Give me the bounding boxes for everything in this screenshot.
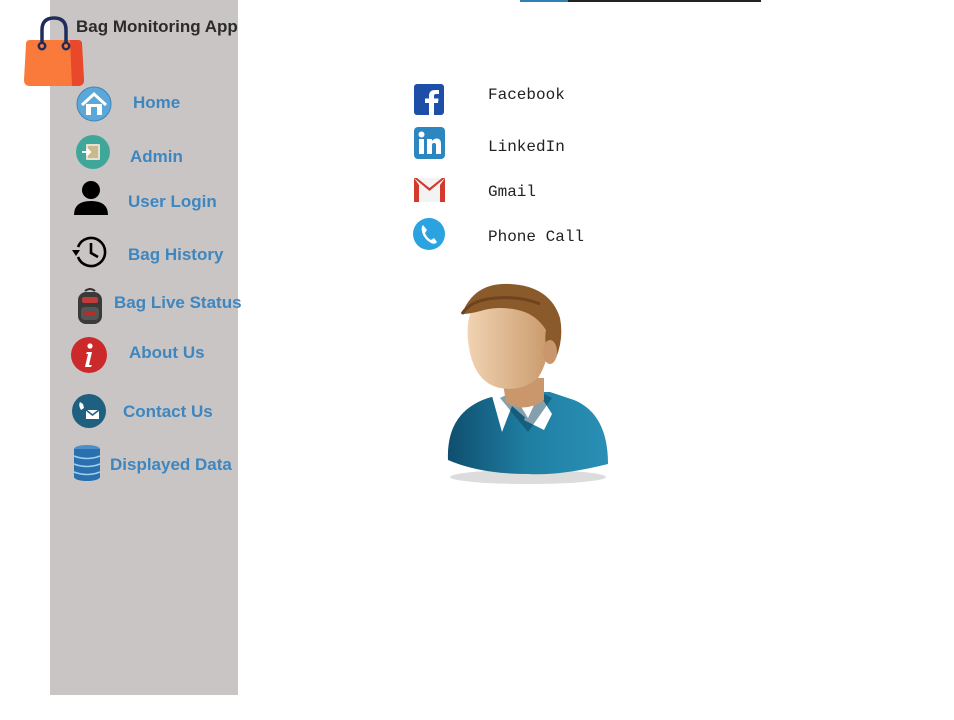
- gmail-icon: [414, 178, 445, 202]
- sidebar-item-contact-us[interactable]: Contact Us: [71, 393, 221, 431]
- sidebar-item-bag-live-status[interactable]: Bag Live Status: [74, 287, 242, 327]
- sidebar-item-label: Bag Live Status: [114, 293, 242, 312]
- sidebar-item-label: User Login: [128, 192, 217, 211]
- home-icon: [76, 86, 112, 122]
- person-avatar: [447, 283, 608, 484]
- sidebar-item-label: Admin: [130, 147, 183, 166]
- top-divider-accent: [520, 0, 568, 2]
- contact-facebook[interactable]: Facebook: [412, 83, 652, 117]
- contact-icon: [72, 394, 106, 428]
- sidebar-item-label: Displayed Data: [110, 455, 232, 474]
- contact-label: Gmail: [488, 183, 537, 201]
- backpack-icon: [78, 288, 102, 324]
- contact-linkedin[interactable]: LinkedIn: [412, 126, 652, 160]
- contact-label: Facebook: [488, 86, 565, 104]
- contact-page: Bag Monitoring App Home Admin User Login: [0, 0, 954, 720]
- sidebar-item-user-login[interactable]: User Login: [72, 180, 222, 218]
- sidebar-item-home[interactable]: Home: [76, 86, 216, 124]
- info-icon: [71, 337, 107, 373]
- linkedin-icon: [414, 127, 445, 159]
- sidebar-item-label: About Us: [129, 343, 205, 362]
- user-icon: [74, 181, 108, 215]
- contact-phone-call[interactable]: Phone Call: [412, 217, 652, 251]
- contact-gmail[interactable]: Gmail: [412, 175, 652, 209]
- contact-label: Phone Call: [488, 228, 585, 246]
- sidebar-item-label: Contact Us: [123, 402, 213, 421]
- admin-icon: [76, 135, 110, 169]
- sidebar-item-label: Bag History: [128, 245, 224, 264]
- app-title: Bag Monitoring App: [76, 17, 238, 36]
- phone-icon: [413, 218, 445, 250]
- database-icon: [73, 445, 101, 481]
- facebook-icon: [414, 84, 444, 115]
- history-icon: [72, 236, 107, 268]
- sidebar-item-bag-history[interactable]: Bag History: [70, 233, 230, 271]
- sidebar-item-about-us[interactable]: About Us: [70, 336, 220, 374]
- sidebar-item-label: Home: [133, 93, 181, 112]
- sidebar-item-admin[interactable]: Admin: [75, 134, 215, 172]
- contact-label: LinkedIn: [488, 138, 565, 156]
- sidebar-item-displayed-data[interactable]: Displayed Data: [72, 444, 237, 484]
